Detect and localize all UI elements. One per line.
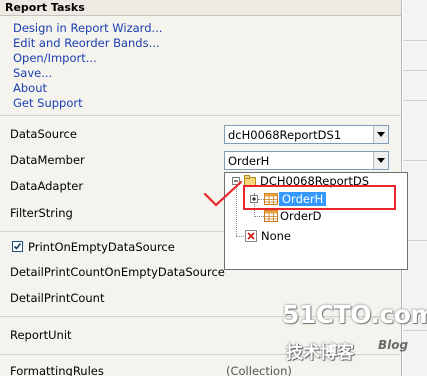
task-links: Design in Report Wizard... Edit and Reor…	[13, 21, 162, 111]
tree-item-none[interactable]: None	[261, 229, 291, 243]
tree-item-orderd[interactable]: OrderD	[280, 209, 322, 223]
detail-count-empty-label: DetailPrintCountOnEmptyDataSource	[10, 265, 225, 279]
tree-connector	[254, 216, 264, 217]
datasource-value: dcH0068ReportDS1	[228, 128, 342, 142]
dataadapter-label: DataAdapter	[10, 179, 84, 193]
print-on-empty-label: PrintOnEmptyDataSource	[28, 240, 175, 254]
checkmark-icon	[13, 243, 22, 250]
watermark: 51CTO.com 技术博客 Blog	[282, 300, 427, 370]
about-link[interactable]: About	[13, 81, 162, 96]
save-link[interactable]: Save...	[13, 66, 162, 81]
datamember-label: DataMember	[10, 153, 85, 167]
edit-bands-link[interactable]: Edit and Reorder Bands...	[13, 36, 162, 51]
watermark-blog: Blog	[378, 338, 409, 352]
report-unit-label: ReportUnit	[10, 328, 72, 342]
chevron-down-icon	[377, 158, 385, 163]
get-support-link[interactable]: Get Support	[13, 96, 162, 111]
filterstring-label: FilterString	[10, 206, 73, 220]
datamember-select[interactable]: OrderH	[224, 151, 389, 170]
datasource-select[interactable]: dcH0068ReportDS1	[224, 125, 389, 144]
panel-title: Report Tasks	[0, 0, 401, 16]
watermark-cn: 技术博客	[286, 343, 354, 363]
datamember-value: OrderH	[228, 154, 270, 168]
annotation-highlight-box	[243, 185, 396, 210]
annotation-checkmark-icon	[203, 180, 243, 207]
formatting-rules-label: FormattingRules	[10, 364, 104, 376]
chevron-down-icon	[377, 132, 385, 137]
detail-print-count-label: DetailPrintCount	[10, 291, 105, 305]
print-on-empty-checkbox[interactable]	[12, 241, 23, 252]
datamember-dropdown-button[interactable]	[373, 152, 388, 169]
none-icon	[245, 230, 257, 245]
divider	[0, 115, 401, 116]
table-icon	[264, 210, 278, 225]
datasource-label: DataSource	[10, 127, 77, 141]
watermark-site: 51CTO.com	[282, 300, 427, 329]
open-import-link[interactable]: Open/Import...	[13, 51, 162, 66]
design-wizard-link[interactable]: Design in Report Wizard...	[13, 21, 162, 36]
datasource-dropdown-button[interactable]	[373, 126, 388, 143]
